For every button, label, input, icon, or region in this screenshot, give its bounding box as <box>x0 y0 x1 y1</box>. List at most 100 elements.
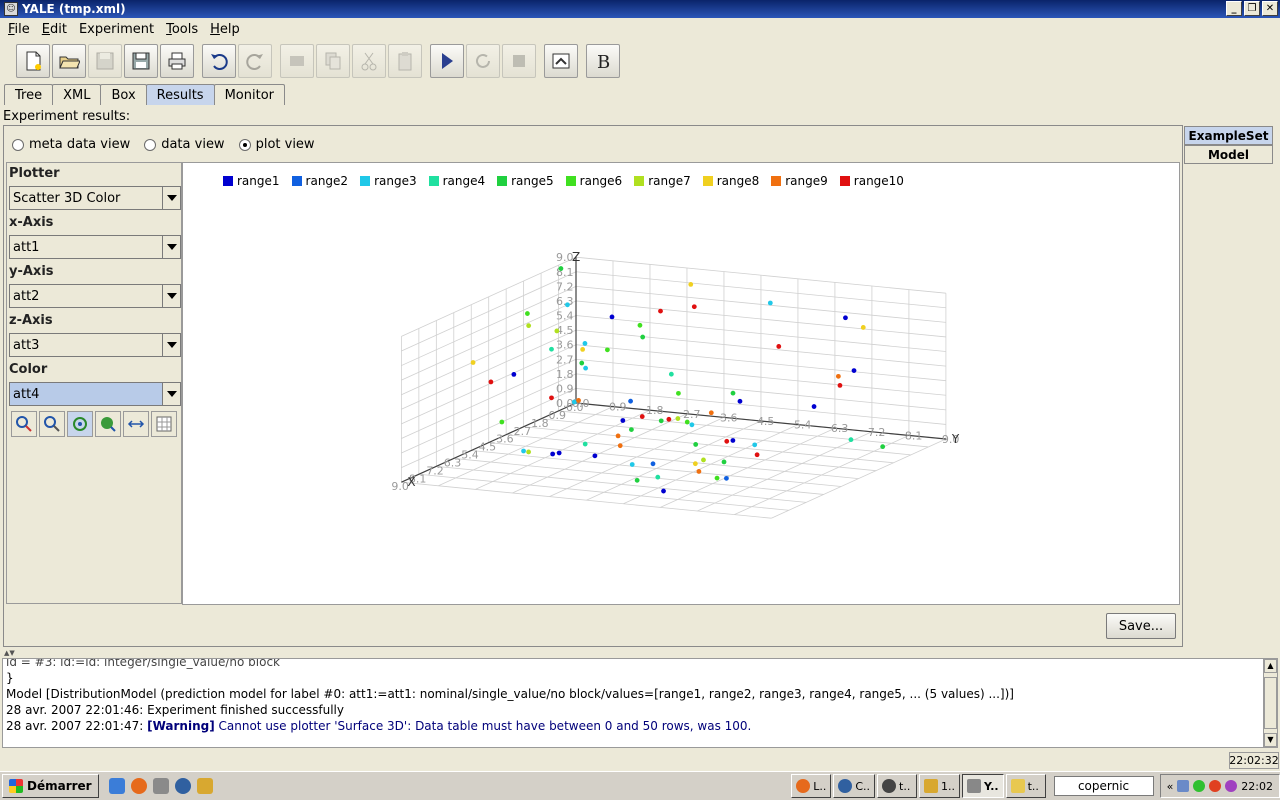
new-file-icon <box>26 51 41 71</box>
stop-button[interactable] <box>502 44 536 78</box>
save-plot-button[interactable]: Save... <box>1106 613 1176 639</box>
radio-meta-data-view[interactable]: meta data view <box>12 137 130 152</box>
zoom-in-button[interactable] <box>11 411 37 437</box>
resume-button[interactable] <box>466 44 500 78</box>
data-point-range9 <box>576 398 581 403</box>
yale-quick-icon[interactable] <box>196 778 213 794</box>
maximize-button[interactable]: ❐ <box>1244 1 1260 16</box>
grid-line <box>771 438 947 519</box>
scatter-3d-chart: 0.00.91.82.73.64.55.46.37.28.19.00.0 0.9 1… <box>391 250 960 519</box>
menu-bar: File Edit Experiment Tools Help <box>0 18 1280 40</box>
data-point-range5 <box>730 390 736 396</box>
data-point-range1 <box>811 404 817 409</box>
scroll-up-button[interactable]: ▲ <box>1264 659 1277 673</box>
minimize-button[interactable]: _ <box>1226 1 1242 16</box>
svg-text:B: B <box>597 52 610 72</box>
save-button[interactable] <box>88 44 122 78</box>
menu-edit[interactable]: Edit <box>36 22 73 37</box>
browser-icon[interactable] <box>174 778 191 794</box>
rotate-button[interactable] <box>67 411 93 437</box>
tab-box[interactable]: Box <box>100 84 147 105</box>
windows-flag-icon <box>9 779 23 793</box>
data-point-range8 <box>580 347 586 352</box>
print-button[interactable] <box>160 44 194 78</box>
firefox-icon[interactable] <box>130 778 147 794</box>
operator-button[interactable] <box>280 44 314 78</box>
radio-plot-view[interactable]: plot view <box>238 137 315 152</box>
copy-button[interactable] <box>316 44 350 78</box>
z-tick-label: 2.7 <box>556 353 574 366</box>
new-experiment-button[interactable] <box>16 44 50 78</box>
tool-icon[interactable] <box>152 778 169 794</box>
taskbar-item[interactable]: L.. <box>791 774 832 798</box>
menu-help[interactable]: Help <box>204 22 246 37</box>
open-button[interactable] <box>52 44 86 78</box>
run-button[interactable] <box>430 44 464 78</box>
tray-expand-button[interactable]: « <box>1167 780 1174 793</box>
magnifier-icon <box>44 416 60 432</box>
z-axis-select[interactable]: att3 <box>9 333 181 357</box>
data-point-range3 <box>629 462 635 467</box>
taskbar-item[interactable]: t.. <box>1005 774 1046 798</box>
log-scrollbar[interactable]: ▲ ▼ <box>1263 658 1278 748</box>
cut-button[interactable] <box>352 44 386 78</box>
scroll-thumb[interactable] <box>1264 677 1277 729</box>
data-point-range3 <box>583 365 588 371</box>
color-select[interactable]: att4 <box>9 382 181 406</box>
data-point-range10 <box>724 438 730 444</box>
folder-icon <box>1010 779 1025 793</box>
reset-button[interactable] <box>123 411 149 437</box>
clock: 22:02 <box>1241 779 1273 793</box>
ie-icon[interactable] <box>108 778 125 794</box>
status-icon[interactable] <box>1193 780 1206 792</box>
zoom-out-button[interactable] <box>39 411 65 437</box>
plot-area[interactable]: range1 range2 range3 range4 range5 range6 rang… <box>182 162 1180 605</box>
bookmark-button[interactable]: B <box>586 44 620 78</box>
start-button[interactable]: Démarrer <box>2 774 99 798</box>
view-selector: meta data view data view plot view <box>12 137 315 152</box>
data-point-range5 <box>629 427 634 432</box>
save-as-button[interactable] <box>124 44 158 78</box>
messenger-icon[interactable] <box>1225 780 1238 792</box>
wizard-button[interactable] <box>544 44 578 78</box>
tab-xml[interactable]: XML <box>52 84 102 105</box>
tab-results[interactable]: Results <box>145 84 215 105</box>
log-line: 28 avr. 2007 22:01:46: Experiment finish… <box>6 703 344 717</box>
data-point-range5 <box>693 442 699 447</box>
data-point-range3 <box>565 302 570 308</box>
undo-button[interactable] <box>202 44 236 78</box>
grid-icon <box>156 416 172 432</box>
side-tab-exampleset[interactable]: ExampleSet <box>1184 126 1273 145</box>
paste-button[interactable] <box>388 44 422 78</box>
table-button[interactable] <box>151 411 177 437</box>
taskbar: Démarrer L.. C.. t.. 1.. Y.. t.. coperni… <box>0 771 1280 800</box>
close-button[interactable]: ✕ <box>1262 1 1278 16</box>
z-tick-label: 9.0 <box>556 251 574 264</box>
data-point-range3 <box>571 399 577 405</box>
tab-monitor[interactable]: Monitor <box>213 84 286 105</box>
taskbar-item-active[interactable]: Y.. <box>962 774 1004 798</box>
radio-data-view[interactable]: data view <box>144 137 225 152</box>
network-icon[interactable] <box>1177 780 1190 792</box>
tab-tree[interactable]: Tree <box>4 84 54 105</box>
data-point-range1 <box>550 451 556 457</box>
redo-button[interactable] <box>238 44 272 78</box>
split-divider[interactable]: ▲▼ <box>0 649 1280 658</box>
translate-button[interactable] <box>95 411 121 437</box>
data-point-range1 <box>730 438 736 443</box>
y-axis-select[interactable]: att2 <box>9 284 181 308</box>
desktop-search-box[interactable]: copernic <box>1053 776 1154 796</box>
taskbar-item[interactable]: t.. <box>877 774 918 798</box>
taskbar-item[interactable]: C.. <box>833 774 876 798</box>
x-axis-select[interactable]: att1 <box>9 235 181 259</box>
scroll-down-button[interactable]: ▼ <box>1264 733 1277 747</box>
arrows-icon <box>127 420 145 428</box>
z-axis-name: Z <box>572 250 580 264</box>
side-tab-model[interactable]: Model <box>1184 145 1273 164</box>
taskbar-item[interactable]: 1.. <box>919 774 961 798</box>
plotter-select[interactable]: Scatter 3D Color <box>9 186 181 210</box>
menu-file[interactable]: File <box>2 22 36 37</box>
menu-tools[interactable]: Tools <box>160 22 204 37</box>
menu-experiment[interactable]: Experiment <box>73 22 160 37</box>
antivirus-icon[interactable] <box>1209 780 1222 792</box>
